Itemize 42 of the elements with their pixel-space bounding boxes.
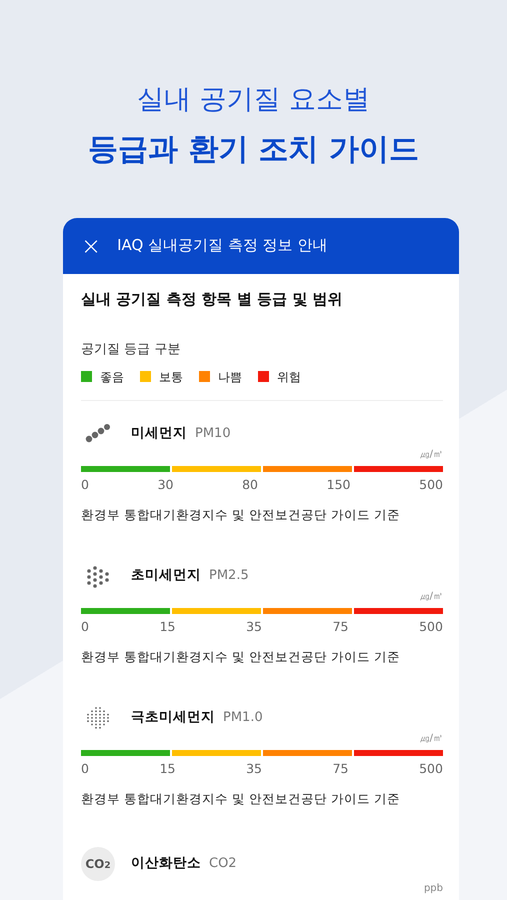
item-code: CO2 [209,855,237,874]
tick-label: 75 [332,760,348,778]
item-code: PM2.5 [209,567,249,586]
source-note: 환경부 통합대기환경지수 및 안전보건공단 가이드 기준 [81,790,401,808]
legend-label: 좋음 [100,368,124,386]
tick-label: 35 [246,618,262,636]
tick-label: 15 [160,760,176,778]
legend-label: 위험 [277,368,301,386]
tick-label: 0 [81,760,89,778]
unit-label: ㎍/㎥ [420,590,443,604]
legend-label: 나쁨 [218,368,242,386]
headline: 실내 공기질 요소별 [136,83,372,117]
tick-label: 75 [332,618,348,636]
unit-label: ㎍/㎥ [420,732,443,746]
tick-label: 15 [160,618,176,636]
legend-label: 보통 [159,368,183,386]
tick-label: 0 [81,618,89,636]
tick-label: 80 [242,476,258,494]
item-name: 초미세먼지 [131,566,201,586]
headline: 등급과 환기 조치 가이드 [86,130,420,168]
item-name: 미세먼지 [131,424,187,444]
dialog-title: IAQ 실내공기질 측정 정보 안내 [117,235,328,256]
item-name: 이산화탄소 [131,854,201,874]
tick-label: 30 [158,476,174,494]
unit-label: ppb [424,882,443,896]
source-note: 환경부 통합대기환경지수 및 안전보건공단 가이드 기준 [81,648,401,666]
item-code: PM1.0 [223,709,263,728]
tick-label: 35 [246,760,262,778]
tick-label: 150 [326,476,350,494]
tick-label: 500 [419,618,443,636]
source-note: 환경부 통합대기환경지수 및 안전보건공단 가이드 기준 [81,506,401,524]
close-button[interactable]: × [81,234,102,258]
unit-label: ㎍/㎥ [420,448,443,462]
dots-icon [85,704,111,730]
co2-icon: CO$_{2}$ [81,846,115,880]
item-code: PM10 [195,425,231,444]
tick-label: 500 [419,760,443,778]
item-name: 극초미세먼지 [131,708,215,728]
tick-label: 0 [81,476,89,494]
section-heading: 실내 공기질 측정 항목 별 등급 및 범위 [81,288,344,310]
tick-label: 500 [419,476,443,494]
legend-title: 공기질 등급 구분 [81,341,182,359]
